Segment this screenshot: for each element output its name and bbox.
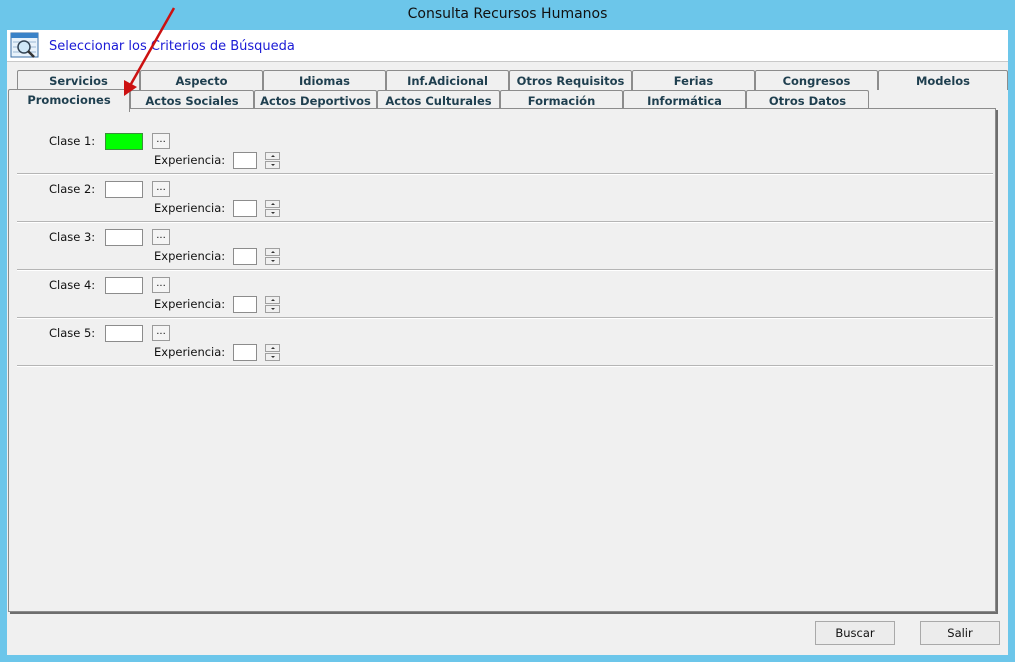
divider	[17, 173, 993, 175]
spin-up-icon[interactable]	[265, 344, 280, 352]
clase-5-browse-button[interactable]: ...	[152, 325, 170, 341]
clase-4-field[interactable]	[105, 277, 143, 294]
spin-down-icon[interactable]	[265, 353, 280, 361]
clase-1-experiencia-field[interactable]	[233, 152, 257, 169]
tab-inf-adicional[interactable]: Inf.Adicional	[386, 70, 509, 90]
divider	[17, 269, 993, 271]
clase-4-experiencia-label: Experiencia:	[154, 297, 226, 311]
clase-3-experiencia-spinner[interactable]	[265, 248, 280, 265]
tab-otros-datos[interactable]: Otros Datos	[746, 90, 869, 110]
tab-actos-deportivos[interactable]: Actos Deportivos	[254, 90, 377, 110]
tab-actos-culturales[interactable]: Actos Culturales	[377, 90, 500, 110]
spin-up-icon[interactable]	[265, 200, 280, 208]
clase-2-experiencia-spinner[interactable]	[265, 200, 280, 217]
criteria-header-title: Seleccionar los Criterios de Búsqueda	[49, 39, 295, 54]
tab-modelos[interactable]: Modelos	[878, 70, 1008, 90]
clase-1-label: Clase 1:	[49, 134, 96, 148]
clase-5-experiencia-field[interactable]	[233, 344, 257, 361]
buscar-button[interactable]: Buscar	[815, 621, 895, 645]
tab-formacion[interactable]: Formación	[500, 90, 623, 110]
tab-aspecto[interactable]: Aspecto	[140, 70, 263, 90]
clase-2-experiencia-field[interactable]	[233, 200, 257, 217]
clase-3-field[interactable]	[105, 229, 143, 246]
clase-4-label: Clase 4:	[49, 278, 96, 292]
search-criteria-icon	[10, 32, 39, 58]
panel-shadow	[996, 110, 998, 614]
tab-congresos[interactable]: Congresos	[755, 70, 878, 90]
tab-otros-requisitos[interactable]: Otros Requisitos	[509, 70, 632, 90]
clase-1-browse-button[interactable]: ...	[152, 133, 170, 149]
window-titlebar: Consulta Recursos Humanos	[0, 0, 1015, 30]
spin-down-icon[interactable]	[265, 257, 280, 265]
clase-4-experiencia-spinner[interactable]	[265, 296, 280, 313]
divider	[17, 221, 993, 223]
clase-3-browse-button[interactable]: ...	[152, 229, 170, 245]
tab-servicios[interactable]: Servicios	[17, 70, 140, 90]
spin-down-icon[interactable]	[265, 305, 280, 313]
clase-5-field[interactable]	[105, 325, 143, 342]
buscar-button-label: Buscar	[835, 626, 875, 640]
clase-3-label: Clase 3:	[49, 230, 96, 244]
tab-actos-sociales[interactable]: Actos Sociales	[130, 90, 254, 110]
spin-up-icon[interactable]	[265, 296, 280, 304]
clase-3-experiencia-field[interactable]	[233, 248, 257, 265]
spin-up-icon[interactable]	[265, 152, 280, 160]
clase-4-browse-button[interactable]: ...	[152, 277, 170, 293]
clase-1-field[interactable]	[105, 133, 143, 150]
salir-button[interactable]: Salir	[920, 621, 1000, 645]
clase-3-experiencia-label: Experiencia:	[154, 249, 226, 263]
spin-up-icon[interactable]	[265, 248, 280, 256]
tab-ferias[interactable]: Ferias	[632, 70, 755, 90]
clase-2-label: Clase 2:	[49, 182, 96, 196]
clase-5-label: Clase 5:	[49, 326, 96, 340]
panel-shadow	[10, 612, 998, 614]
clase-2-experiencia-label: Experiencia:	[154, 201, 226, 215]
salir-button-label: Salir	[947, 626, 973, 640]
clase-2-field[interactable]	[105, 181, 143, 198]
tab-promociones[interactable]: Promociones	[8, 89, 130, 112]
spin-down-icon[interactable]	[265, 209, 280, 217]
clase-5-experiencia-label: Experiencia:	[154, 345, 226, 359]
window-title: Consulta Recursos Humanos	[407, 6, 608, 22]
window-client: Seleccionar los Criterios de Búsqueda Se…	[7, 30, 1008, 655]
clase-4-experiencia-field[interactable]	[233, 296, 257, 313]
tab-idiomas[interactable]: Idiomas	[263, 70, 386, 90]
divider	[17, 365, 993, 367]
criteria-header: Seleccionar los Criterios de Búsqueda	[7, 30, 1008, 62]
clase-1-experiencia-spinner[interactable]	[265, 152, 280, 169]
clase-5-experiencia-spinner[interactable]	[265, 344, 280, 361]
clase-2-browse-button[interactable]: ...	[152, 181, 170, 197]
clase-1-experiencia-label: Experiencia:	[154, 153, 226, 167]
tab-informatica[interactable]: Informática	[623, 90, 746, 110]
promociones-panel: Clase 1: ... Experiencia: Clase 2: ... E…	[8, 108, 996, 612]
divider	[17, 317, 993, 319]
spin-down-icon[interactable]	[265, 161, 280, 169]
